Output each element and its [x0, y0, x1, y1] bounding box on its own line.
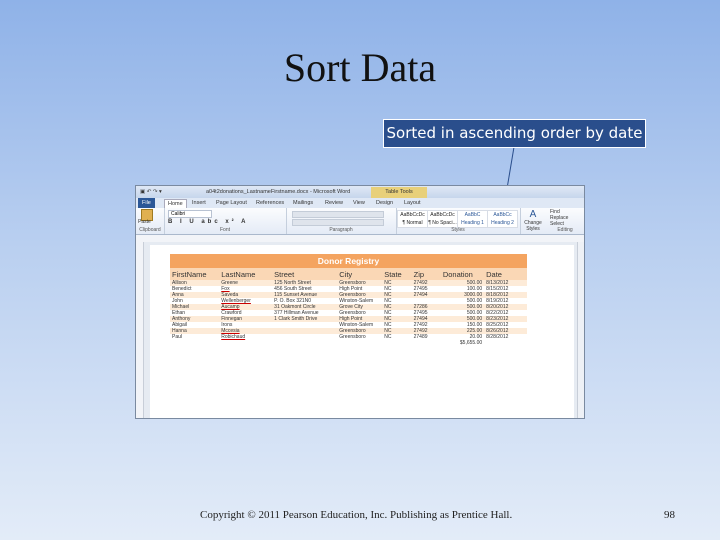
paragraph-group-label: Paragraph — [329, 227, 353, 233]
tab-view[interactable]: View — [353, 199, 365, 208]
word-screenshot: ▣ ↶ ↷ ▾ a04t2donations_LastnameFirstname… — [135, 185, 585, 419]
styles-group-label: Styles — [451, 227, 465, 233]
editing-group: Find Replace Select Editing — [546, 208, 584, 234]
style-heading-1[interactable]: AaBbC Heading 1 — [457, 210, 488, 228]
style-normal[interactable]: AaBbCcDc ¶ Normal — [397, 210, 428, 228]
style-heading-2[interactable]: AaBbCc Heading 2 — [487, 210, 518, 228]
style-heading-2-name: Heading 2 — [491, 220, 514, 226]
tab-file[interactable]: File — [138, 198, 155, 208]
editing-group-label: Editing — [557, 227, 573, 233]
document-area: Donor Registry FirstName LastName Street… — [136, 242, 584, 418]
editing-buttons: Find Replace Select — [550, 209, 568, 227]
ribbon: Paste Clipboard Calibri B I U abc x² A F… — [136, 208, 584, 235]
header-state: State — [382, 268, 412, 280]
style-normal-name: ¶ Normal — [402, 220, 423, 226]
styles-group: AaBbCcDc ¶ Normal AaBbCcDc ¶ No Spaci...… — [396, 208, 521, 234]
font-group-label: Font — [219, 227, 230, 233]
total-row: $5,655.00 — [170, 340, 527, 347]
header-city: City — [337, 268, 383, 280]
header-street: Street — [272, 268, 338, 280]
donation-total: $5,655.00 — [459, 340, 483, 346]
header-zip: Zip — [411, 268, 441, 280]
change-styles-label: Change Styles — [524, 220, 542, 232]
context-tab-label: Table Tools — [371, 187, 427, 198]
tab-design[interactable]: Design — [376, 199, 393, 208]
style-normal-preview: AaBbCcDc — [400, 212, 425, 218]
callout-box: Sorted in ascending order by date — [383, 119, 646, 148]
tab-mailings[interactable]: Mailings — [293, 199, 313, 208]
style-no-spacing-preview: AaBbCcDc — [430, 212, 455, 218]
tab-references[interactable]: References — [256, 199, 284, 208]
font-group: Calibri B I U abc x² A Font — [164, 208, 287, 234]
change-styles-icon: A — [529, 209, 537, 220]
document-page[interactable]: Donor Registry FirstName LastName Street… — [150, 245, 574, 418]
clipboard-group-label: Clipboard — [139, 227, 161, 233]
header-firstname: FirstName — [170, 268, 220, 280]
paragraph-group: Paragraph — [286, 208, 397, 234]
total-spacer — [170, 340, 441, 347]
style-heading-1-preview: AaBbC — [464, 212, 481, 218]
vertical-scrollbar[interactable] — [577, 242, 584, 418]
table-body: Allison Greene 125 North Street Greensboro N… — [170, 280, 527, 340]
font-format-buttons[interactable]: B I U abc x² A — [168, 219, 248, 225]
tab-layout[interactable]: Layout — [404, 199, 421, 208]
title-bar: ▣ ↶ ↷ ▾ a04t2donations_LastnameFirstname… — [136, 186, 584, 198]
ribbon-tabs: File Home Insert Page Layout References … — [136, 198, 584, 209]
style-no-spacing-name: ¶ No Spaci... — [428, 220, 457, 226]
slide-footer: Copyright © 2011 Pearson Education, Inc.… — [200, 509, 513, 521]
header-lastname: LastName — [219, 268, 273, 280]
change-styles-button[interactable]: A Change Styles — [522, 209, 544, 232]
style-heading-2-preview: AaBbCc — [493, 212, 512, 218]
table-title: Donor Registry — [170, 254, 527, 268]
paste-button[interactable]: Paste — [138, 219, 151, 225]
header-date: Date — [484, 268, 527, 280]
donor-registry-table: Donor Registry FirstName LastName Street… — [170, 254, 527, 347]
window-title: a04t2donations_LastnameFirstname.docx - … — [206, 189, 351, 195]
header-donation: Donation — [440, 268, 485, 280]
list-buttons[interactable] — [292, 211, 384, 218]
style-heading-1-name: Heading 1 — [461, 220, 484, 226]
tab-review[interactable]: Review — [325, 199, 343, 208]
clipboard-group: Paste Clipboard — [136, 208, 165, 234]
style-no-spacing[interactable]: AaBbCcDc ¶ No Spaci... — [427, 210, 458, 228]
quick-access-toolbar[interactable]: ▣ ↶ ↷ ▾ — [140, 186, 162, 198]
slide-page-number: 98 — [664, 509, 675, 521]
alignment-buttons[interactable] — [292, 219, 384, 226]
total-spacer-end — [484, 340, 527, 347]
font-name-box[interactable]: Calibri — [168, 210, 212, 218]
vertical-ruler[interactable] — [136, 242, 144, 418]
tab-insert[interactable]: Insert — [192, 199, 206, 208]
table-header-row: FirstName LastName Street City State Zip… — [170, 268, 527, 280]
tab-page-layout[interactable]: Page Layout — [216, 199, 247, 208]
